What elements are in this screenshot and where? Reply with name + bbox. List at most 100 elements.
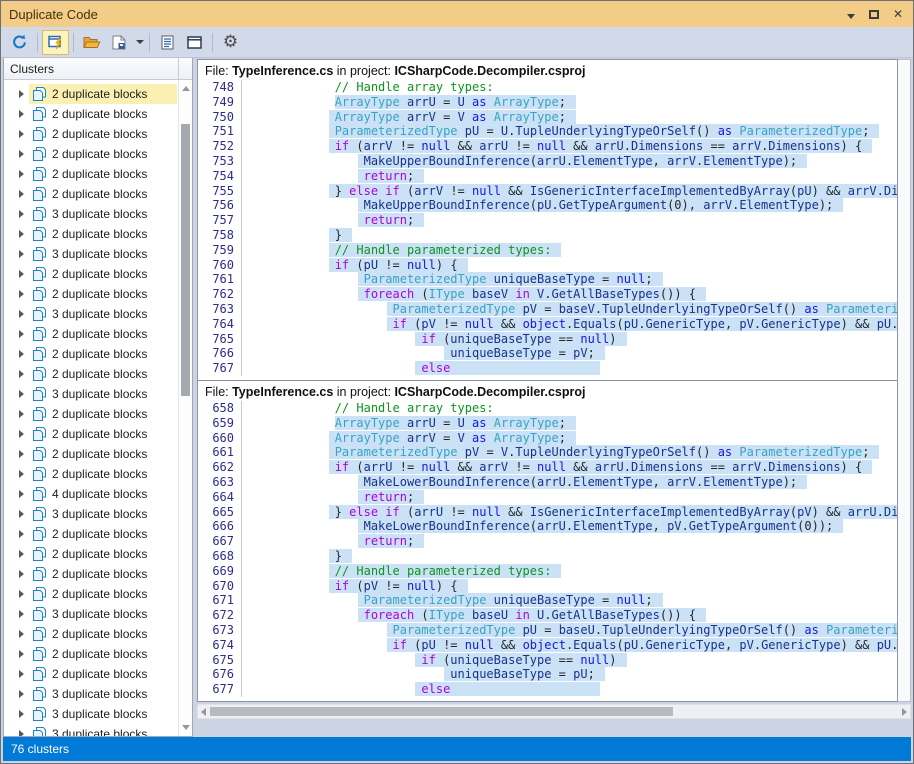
cluster-item[interactable]: 2 duplicate blocks <box>4 224 192 244</box>
cluster-item-label: 2 duplicate blocks <box>52 127 147 141</box>
expand-icon[interactable] <box>19 210 29 218</box>
expand-icon[interactable] <box>19 390 29 398</box>
expand-icon[interactable] <box>19 90 29 98</box>
cluster-item[interactable]: 3 duplicate blocks <box>4 704 192 724</box>
line-number: 767 <box>198 361 242 376</box>
cluster-item[interactable]: 3 duplicate blocks <box>4 604 192 624</box>
expand-icon[interactable] <box>19 290 29 298</box>
scroll-up-icon[interactable] <box>182 86 190 91</box>
expand-icon[interactable] <box>19 710 29 718</box>
cluster-item[interactable]: 2 duplicate blocks <box>4 584 192 604</box>
window-position-menu-icon[interactable] <box>847 7 855 22</box>
expand-icon[interactable] <box>19 490 29 498</box>
cluster-item[interactable]: 2 duplicate blocks <box>4 344 192 364</box>
horizontal-scrollbar-thumb[interactable] <box>210 707 673 716</box>
expand-icon[interactable] <box>19 590 29 598</box>
expand-icon[interactable] <box>19 510 29 518</box>
cluster-item[interactable]: 2 duplicate blocks <box>4 164 192 184</box>
expand-icon[interactable] <box>19 650 29 658</box>
expand-icon[interactable] <box>19 610 29 618</box>
expand-icon[interactable] <box>19 410 29 418</box>
save-results-button[interactable] <box>105 30 132 55</box>
cluster-item[interactable]: 2 duplicate blocks <box>4 124 192 144</box>
cluster-item[interactable]: 2 duplicate blocks <box>4 84 192 104</box>
maximize-icon[interactable] <box>869 7 879 22</box>
cluster-item[interactable]: 2 duplicate blocks <box>4 644 192 664</box>
expand-icon[interactable] <box>19 170 29 178</box>
cluster-item[interactable]: 3 duplicate blocks <box>4 504 192 524</box>
expand-icon[interactable] <box>19 310 29 318</box>
cluster-item[interactable]: 2 duplicate blocks <box>4 464 192 484</box>
cluster-item[interactable]: 2 duplicate blocks <box>4 424 192 444</box>
cluster-item[interactable]: 3 duplicate blocks <box>4 244 192 264</box>
open-folder-button[interactable] <box>78 30 105 55</box>
cluster-item[interactable]: 2 duplicate blocks <box>4 564 192 584</box>
expand-icon[interactable] <box>19 530 29 538</box>
scroll-down-icon[interactable] <box>182 725 190 730</box>
code-horizontal-scrollbar[interactable] <box>197 704 911 719</box>
close-icon[interactable]: ✕ <box>893 8 903 20</box>
save-dropdown[interactable] <box>132 30 145 55</box>
settings-button[interactable]: ⚙ <box>217 30 244 55</box>
sidebar-scrollbar-thumb[interactable] <box>181 124 190 396</box>
expand-icon[interactable] <box>19 330 29 338</box>
cluster-item[interactable]: 2 duplicate blocks <box>4 284 192 304</box>
expand-icon[interactable] <box>19 630 29 638</box>
sidebar-scrollbar[interactable] <box>178 80 192 736</box>
code-line: 755 } else if (arrV != null && IsGeneric… <box>198 184 897 199</box>
cluster-item[interactable]: 3 duplicate blocks <box>4 204 192 224</box>
expand-icon[interactable] <box>19 690 29 698</box>
cluster-item[interactable]: 3 duplicate blocks <box>4 724 192 736</box>
analyze-on-build-toggle[interactable] <box>42 30 69 55</box>
expand-icon[interactable] <box>19 470 29 478</box>
cluster-item[interactable]: 2 duplicate blocks <box>4 184 192 204</box>
cluster-item[interactable]: 2 duplicate blocks <box>4 664 192 684</box>
cluster-item-label: 3 duplicate blocks <box>52 247 147 261</box>
code-body-1[interactable]: 658 // Handle array types:659 ArrayType … <box>198 401 897 701</box>
cluster-item[interactable]: 2 duplicate blocks <box>4 624 192 644</box>
toolbar-separator <box>212 33 213 52</box>
tool-window-button[interactable] <box>181 30 208 55</box>
refresh-button[interactable] <box>6 30 33 55</box>
expand-icon[interactable] <box>19 150 29 158</box>
cluster-item[interactable]: 2 duplicate blocks <box>4 104 192 124</box>
expand-icon[interactable] <box>19 570 29 578</box>
cluster-item[interactable]: 4 duplicate blocks <box>4 484 192 504</box>
clusters-column-header[interactable]: Clusters <box>4 58 192 80</box>
cluster-item-label: 4 duplicate blocks <box>52 487 147 501</box>
cluster-item[interactable]: 3 duplicate blocks <box>4 384 192 404</box>
cluster-item[interactable]: 2 duplicate blocks <box>4 444 192 464</box>
cluster-item[interactable]: 2 duplicate blocks <box>4 364 192 384</box>
expand-icon[interactable] <box>19 430 29 438</box>
cluster-item[interactable]: 3 duplicate blocks <box>4 304 192 324</box>
expand-icon[interactable] <box>19 550 29 558</box>
expand-icon[interactable] <box>19 670 29 678</box>
scroll-left-icon[interactable] <box>201 708 206 716</box>
cluster-item[interactable]: 2 duplicate blocks <box>4 524 192 544</box>
expand-icon[interactable] <box>19 270 29 278</box>
cluster-item[interactable]: 2 duplicate blocks <box>4 404 192 424</box>
expand-icon[interactable] <box>19 730 29 736</box>
expand-icon[interactable] <box>19 450 29 458</box>
code-body-0[interactable]: 748 // Handle array types:749 ArrayType … <box>198 80 897 380</box>
expand-icon[interactable] <box>19 250 29 258</box>
expand-icon[interactable] <box>19 110 29 118</box>
expand-icon[interactable] <box>19 130 29 138</box>
cluster-item[interactable]: 2 duplicate blocks <box>4 144 192 164</box>
expand-icon[interactable] <box>19 190 29 198</box>
cluster-item[interactable]: 2 duplicate blocks <box>4 544 192 564</box>
code-vertical-scrollbar[interactable] <box>898 59 911 702</box>
line-number: 673 <box>198 623 242 638</box>
code-line: 752 if (arrV != null && arrU != null && … <box>198 139 897 154</box>
cluster-item[interactable]: 2 duplicate blocks <box>4 324 192 344</box>
expand-icon[interactable] <box>19 370 29 378</box>
scroll-right-icon[interactable] <box>902 708 907 716</box>
cluster-item-label: 2 duplicate blocks <box>52 187 147 201</box>
expand-icon[interactable] <box>19 230 29 238</box>
cluster-item[interactable]: 2 duplicate blocks <box>4 264 192 284</box>
cluster-item-label: 2 duplicate blocks <box>52 227 147 241</box>
report-button[interactable] <box>154 30 181 55</box>
duplicate-blocks-icon <box>32 467 47 481</box>
cluster-item[interactable]: 3 duplicate blocks <box>4 684 192 704</box>
expand-icon[interactable] <box>19 350 29 358</box>
